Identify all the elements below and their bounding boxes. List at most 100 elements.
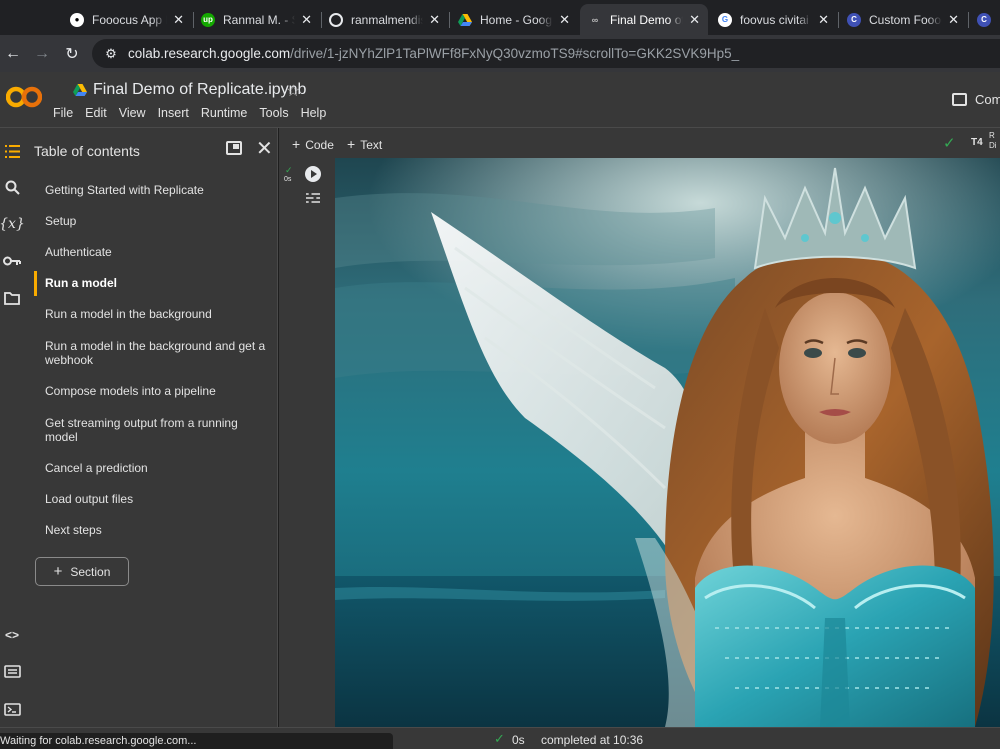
browser-toolbar: ← → ↻ ⚙ colab.research.google.com/drive/… bbox=[0, 35, 1000, 72]
tab-title: foovus civitai lo bbox=[740, 12, 812, 27]
back-arrow-icon[interactable]: ← bbox=[2, 43, 24, 65]
reload-icon[interactable]: ↻ bbox=[61, 43, 83, 65]
close-tab-icon[interactable]: ✕ bbox=[173, 12, 184, 28]
cell-success-icon: ✓ bbox=[285, 165, 293, 175]
output-actions-icon[interactable] bbox=[305, 191, 321, 205]
menu-insert[interactable]: Insert bbox=[158, 106, 189, 120]
google-drive-icon bbox=[458, 13, 472, 27]
toc-item[interactable]: Next steps bbox=[45, 523, 267, 537]
ram-disk-indicator[interactable]: R Di bbox=[989, 131, 997, 151]
notebook-title-text: Final Demo of Replicate.ipynb bbox=[93, 81, 307, 98]
browser-tab[interactable]: Home - Google ✕ bbox=[450, 4, 578, 35]
toc-item[interactable]: Load output files bbox=[45, 492, 267, 506]
table-of-contents-icon[interactable] bbox=[0, 139, 24, 163]
folder-icon[interactable] bbox=[0, 286, 24, 310]
toc-item[interactable]: Setup bbox=[45, 214, 267, 228]
forward-arrow-icon[interactable]: → bbox=[31, 43, 53, 65]
toc-item[interactable]: Compose models into a pipeline bbox=[45, 384, 267, 398]
tab-title: Fooocus App D bbox=[92, 12, 168, 27]
tab-title: Custom Fooocu bbox=[869, 12, 942, 27]
browser-tab-strip: ● Fooocus App D ✕ up Ranmal M. - Se ✕ ra… bbox=[0, 0, 1000, 35]
close-tab-icon[interactable]: ✕ bbox=[559, 12, 570, 28]
add-text-button[interactable]: + Text bbox=[347, 136, 382, 152]
menu-help[interactable]: Help bbox=[301, 106, 327, 120]
c-icon: C bbox=[847, 12, 861, 27]
toc-item[interactable]: Run a model in the background bbox=[45, 307, 267, 321]
menu-view[interactable]: View bbox=[119, 106, 146, 120]
menu-tools[interactable]: Tools bbox=[259, 106, 288, 120]
url-path: /drive/1-jzNYhZlP1TaPlWFf8FxNyQ30vzmoTS9… bbox=[290, 46, 740, 61]
connected-check-icon: ✓ bbox=[943, 135, 956, 152]
open-in-window-icon[interactable] bbox=[226, 141, 242, 155]
command-palette-icon[interactable] bbox=[0, 659, 24, 683]
google-icon: G bbox=[718, 12, 732, 27]
notebook-title[interactable]: Final Demo of Replicate.ipynb bbox=[73, 81, 306, 99]
close-tab-icon[interactable]: ✕ bbox=[689, 12, 700, 28]
address-bar[interactable]: ⚙ colab.research.google.com/drive/1-jzNY… bbox=[92, 39, 1000, 68]
toc-item[interactable]: Run a model in the background and get a … bbox=[45, 339, 267, 367]
google-drive-icon bbox=[73, 84, 87, 96]
cell-gutter: ✓ 0s bbox=[279, 158, 335, 727]
tab-title: Final Demo of R bbox=[610, 12, 684, 27]
browser-tab[interactable]: ranmalmendis/ ✕ bbox=[321, 4, 448, 35]
toc-item[interactable]: Cancel a prediction bbox=[45, 461, 267, 475]
menu-edit[interactable]: Edit bbox=[85, 106, 107, 120]
disk-label: Di bbox=[989, 141, 997, 150]
add-code-label: Code bbox=[305, 138, 334, 152]
status-text[interactable]: completed at 10:36 bbox=[541, 733, 643, 747]
browser-tab[interactable]: C M bbox=[969, 4, 1000, 35]
run-cell-icon[interactable] bbox=[305, 166, 321, 182]
menu-runtime[interactable]: Runtime bbox=[201, 106, 248, 120]
add-code-button[interactable]: + Code bbox=[292, 136, 334, 152]
close-tab-icon[interactable]: ✕ bbox=[301, 12, 312, 28]
browser-tab[interactable]: up Ranmal M. - Se ✕ bbox=[193, 4, 320, 35]
plus-icon: + bbox=[347, 136, 356, 152]
upwork-icon: up bbox=[201, 12, 215, 27]
tab-title: Home - Google bbox=[480, 12, 553, 27]
menu-file[interactable]: File bbox=[53, 106, 73, 120]
runtime-gpu-label[interactable]: T4 bbox=[971, 137, 983, 148]
left-icon-rail: {x} <> bbox=[0, 128, 25, 727]
colab-header: Final Demo of Replicate.ipynb ☆ File Edi… bbox=[0, 72, 1000, 128]
toc-item[interactable]: Get streaming output from a running mode… bbox=[45, 416, 267, 444]
search-icon[interactable] bbox=[0, 175, 24, 199]
comment-icon bbox=[952, 93, 967, 106]
close-icon[interactable]: ✕ bbox=[256, 136, 273, 161]
toc-active-indicator bbox=[34, 271, 37, 296]
toc-item[interactable]: Getting Started with Replicate bbox=[45, 183, 267, 197]
terminal-icon[interactable] bbox=[0, 697, 24, 721]
toc-item[interactable]: Authenticate bbox=[45, 245, 267, 259]
browser-tab[interactable]: ● Fooocus App D ✕ bbox=[62, 4, 192, 35]
generated-image bbox=[335, 158, 1000, 727]
menu-bar: File Edit View Insert Runtime Tools Help bbox=[53, 106, 338, 120]
close-tab-icon[interactable]: ✕ bbox=[429, 12, 440, 28]
ram-label: R bbox=[989, 131, 995, 140]
url-host: colab.research.google.com bbox=[128, 46, 291, 61]
browser-tab[interactable]: G foovus civitai lo ✕ bbox=[710, 4, 837, 35]
comment-button[interactable]: Com bbox=[952, 92, 1000, 107]
toc-heading: Table of contents bbox=[34, 143, 140, 159]
colab-logo-icon[interactable] bbox=[6, 84, 42, 110]
add-text-label: Text bbox=[360, 138, 383, 152]
add-section-label: Section bbox=[70, 564, 111, 579]
cell-exec-time: 0s bbox=[284, 176, 292, 183]
c-icon: C bbox=[977, 12, 991, 27]
key-icon[interactable] bbox=[0, 249, 24, 273]
variables-icon[interactable]: {x} bbox=[0, 212, 25, 236]
browser-tab[interactable]: C Custom Fooocu ✕ bbox=[839, 4, 967, 35]
cell-output-image bbox=[335, 158, 1000, 727]
replicate-icon bbox=[329, 12, 343, 27]
site-settings-icon[interactable]: ⚙ bbox=[100, 46, 122, 62]
completed-check-icon: ✓ bbox=[494, 731, 505, 746]
plus-icon: + bbox=[292, 136, 301, 152]
toc-item-active[interactable]: Run a model bbox=[45, 276, 267, 290]
code-snippets-icon[interactable]: <> bbox=[0, 623, 24, 647]
browser-tab-active[interactable]: ∞ Final Demo of R ✕ bbox=[580, 4, 708, 35]
close-tab-icon[interactable]: ✕ bbox=[948, 12, 959, 28]
tab-title: Ranmal M. - Se bbox=[223, 12, 295, 27]
table-of-contents-panel: Table of contents ✕ Getting Started with… bbox=[24, 128, 278, 727]
star-icon[interactable]: ☆ bbox=[286, 81, 300, 101]
close-tab-icon[interactable]: ✕ bbox=[818, 12, 829, 28]
add-section-button[interactable]: + Section bbox=[35, 557, 129, 586]
browser-loading-status: Waiting for colab.research.google.com... bbox=[0, 733, 393, 749]
